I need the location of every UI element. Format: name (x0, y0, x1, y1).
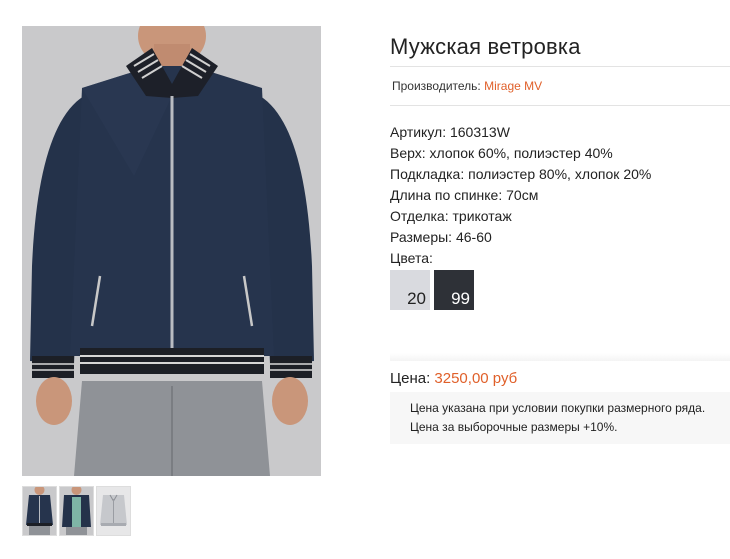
color-code: 99 (451, 289, 470, 308)
price-value: 3250,00 руб (434, 370, 518, 387)
color-code: 20 (407, 289, 426, 308)
manufacturer-link[interactable]: Mirage MV (484, 79, 542, 93)
spec-trim: Отделка: трикотаж (390, 208, 512, 224)
jacket-illustration (22, 26, 321, 476)
thumb-navy-front-image (23, 487, 56, 535)
color-swatch-99[interactable]: 99 (434, 270, 474, 310)
thumbnail-navy-front[interactable] (22, 486, 57, 536)
color-swatches: 20 99 (390, 270, 730, 310)
manufacturer-row: Производитель: Mirage MV (390, 67, 730, 105)
spec-outer-fabric: Верх: хлопок 60%, полиэстер 40% (390, 145, 613, 161)
thumbnail-grey[interactable] (96, 486, 131, 536)
price-row: Цена: 3250,00 руб (390, 370, 517, 387)
price-separator (390, 353, 730, 361)
manufacturer-label: Производитель: (392, 79, 481, 93)
price-note-line: Цена указана при условии покупки размерн… (410, 401, 706, 415)
spec-article: Артикул: 160313W (390, 124, 510, 140)
spec-list: Артикул: 160313W Верх: хлопок 60%, полиэ… (390, 122, 730, 269)
color-swatch-20[interactable]: 20 (390, 270, 430, 310)
product-title: Мужская ветровка (390, 34, 581, 59)
thumbnail-strip (22, 486, 131, 536)
thumb-grey-image (97, 487, 130, 535)
thumb-navy-open-image (60, 487, 93, 535)
spec-sizes: Размеры: 46-60 (390, 229, 492, 245)
thumbnail-navy-open[interactable] (59, 486, 94, 536)
spec-lining: Подкладка: полиэстер 80%, хлопок 20% (390, 166, 652, 182)
price-label: Цена: (390, 370, 431, 387)
product-main-image[interactable] (22, 26, 321, 476)
divider (390, 105, 730, 106)
product-info: Мужская ветровка Производитель: Mirage M… (390, 30, 730, 310)
price-note-line: Цена за выборочные размеры +10%. (410, 420, 618, 434)
spec-colors-label: Цвета: (390, 250, 433, 266)
price-note: Цена указана при условии покупки размерн… (390, 392, 730, 444)
spec-back-length: Длина по спинке: 70см (390, 187, 539, 203)
